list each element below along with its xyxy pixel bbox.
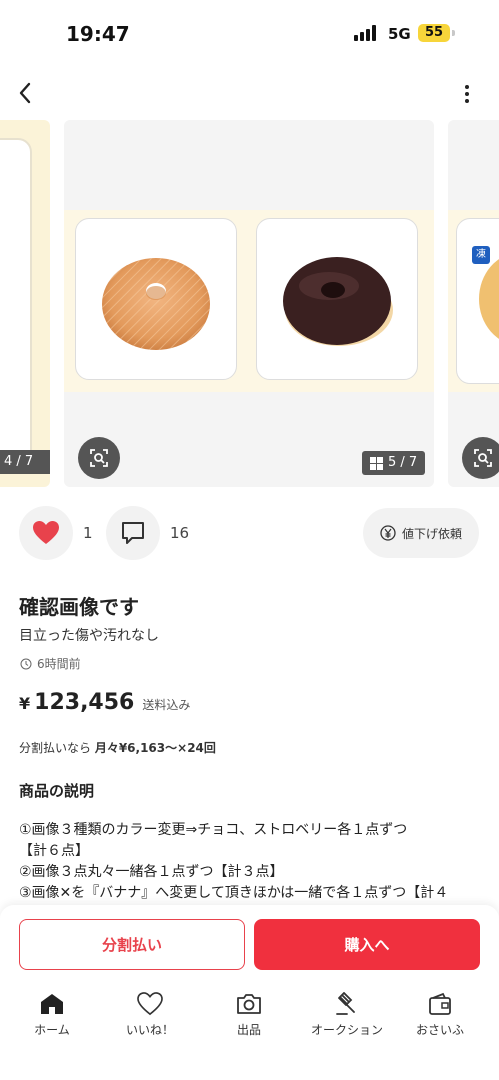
back-icon[interactable] xyxy=(10,78,40,108)
tab-likes[interactable]: いいね！ xyxy=(105,992,195,1042)
description-heading: 商品の説明 xyxy=(19,782,95,800)
status-bar: 19:47 5G 55 xyxy=(0,0,499,64)
split-payment-button[interactable]: 分割払い xyxy=(19,919,245,970)
glazed-donut-image xyxy=(102,258,210,350)
yen-circle-icon xyxy=(380,525,396,541)
shipping-included: 送料込み xyxy=(142,698,191,712)
installment-prefix: 分割払いなら xyxy=(19,741,95,755)
image-search-icon-next[interactable] xyxy=(462,437,499,479)
more-options-icon[interactable] xyxy=(454,80,480,108)
tab-label: 出品 xyxy=(236,1023,261,1037)
posted-time: 6時間前 xyxy=(20,655,81,672)
chocolate-donut-image xyxy=(283,257,393,346)
tab-label: おさいふ xyxy=(415,1023,464,1037)
installment-info[interactable]: 分割払いなら 月々¥6,163〜×24回 xyxy=(19,739,216,756)
comment-icon xyxy=(122,522,144,544)
tab-label: いいね！ xyxy=(125,1023,174,1037)
tab-auction[interactable]: オークション xyxy=(302,992,392,1042)
description-line: ①画像３種類のカラー変更⇒チョコ、ストロベリー各１点ずつ xyxy=(19,822,408,838)
carousel-slide-previous[interactable]: 4 / 7 xyxy=(0,120,50,487)
carousel-slide-current[interactable] xyxy=(64,120,434,487)
network-type: 5G xyxy=(388,25,411,43)
frozen-badge: 凍 xyxy=(472,246,490,264)
price-currency: ¥ xyxy=(19,694,31,713)
carousel-slide-next[interactable]: 凍 xyxy=(448,120,499,487)
home-icon xyxy=(41,994,63,1014)
comment-count: 16 xyxy=(170,524,190,542)
signal-icon xyxy=(354,25,380,41)
previous-slide-count: 4 / 7 xyxy=(0,450,50,474)
heart-filled-icon xyxy=(33,521,59,544)
image-search-icon[interactable] xyxy=(78,437,120,479)
image-carousel[interactable]: 4 / 7 凍 xyxy=(0,120,499,487)
tab-label: オークション xyxy=(310,1023,383,1037)
like-button[interactable] xyxy=(19,506,73,560)
description-line: 【計６点】 xyxy=(19,843,89,859)
like-count: 1 xyxy=(83,524,93,542)
image-page-count-text: 5 / 7 xyxy=(388,455,418,470)
tab-wallet[interactable]: おさいふ xyxy=(395,992,485,1042)
product-image-chocolate-donut xyxy=(256,218,418,380)
item-description: ①画像３種類のカラー変更⇒チョコ、ストロベリー各１点ずつ 【計６点】 ②画像３点… xyxy=(19,820,489,904)
posted-time-text: 6時間前 xyxy=(37,657,81,671)
gavel-icon xyxy=(336,992,355,1015)
battery-icon: 55 xyxy=(418,24,450,42)
price-value: 123,456 xyxy=(34,690,135,715)
tab-home[interactable]: ホーム xyxy=(7,992,97,1042)
installment-value: 月々¥6,163〜×24回 xyxy=(94,741,216,755)
image-page-count[interactable]: 5 / 7 xyxy=(362,451,426,475)
grid-icon xyxy=(370,456,383,470)
description-line: ②画像３点丸々一緒各１点ずつ【計３点】 xyxy=(19,864,284,880)
status-time: 19:47 xyxy=(66,22,130,46)
tab-sell[interactable]: 出品 xyxy=(204,992,294,1042)
wallet-icon xyxy=(429,992,451,1015)
item-title: 確認画像です xyxy=(19,595,139,619)
tab-label: ホーム xyxy=(34,1023,70,1037)
heart-icon xyxy=(137,992,163,1016)
battery-tip xyxy=(452,30,455,36)
price-down-label: 値下げ依頼 xyxy=(401,526,462,541)
description-line: ③画像✕を『バナナ』へ変更して頂きほかは一緒で各１点ずつ【計４ xyxy=(19,885,449,901)
clock-icon xyxy=(20,658,32,669)
buy-button[interactable]: 購入へ xyxy=(254,919,480,970)
product-image-glazed-donut xyxy=(75,218,237,380)
price-down-request-button[interactable]: 値下げ依頼 xyxy=(363,508,479,558)
item-condition: 目立った傷や汚れなし xyxy=(19,628,159,644)
comment-button[interactable] xyxy=(106,506,160,560)
camera-icon xyxy=(237,994,261,1014)
price-row: ¥ 123,456 送料込み xyxy=(19,690,190,715)
